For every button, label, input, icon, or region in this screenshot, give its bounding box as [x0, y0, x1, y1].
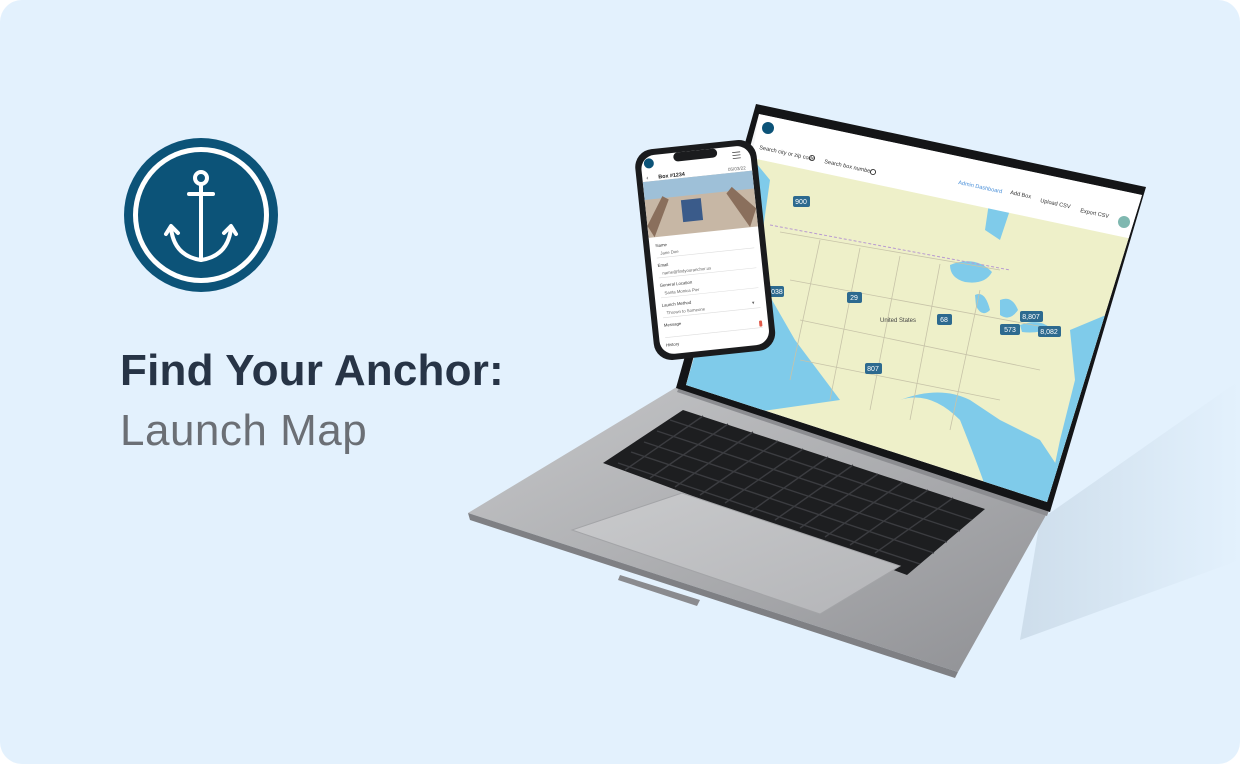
svg-text:900: 900 — [795, 199, 807, 206]
device-mockup: 900 1,038 29 68 8,807 573 8,082 807 Unit… — [468, 104, 1240, 678]
phone-mockup: Box #1234 05/03/22 ‹ Name Jane Doe Email… — [635, 139, 776, 361]
app-logo-icon — [762, 122, 774, 134]
avatar[interactable] — [1118, 216, 1130, 228]
hero-card: Find Your Anchor: Launch Map 900 1,038 2… — [0, 0, 1240, 764]
svg-text:8,082: 8,082 — [1040, 329, 1058, 336]
svg-text:573: 573 — [1004, 327, 1016, 334]
svg-text:8,807: 8,807 — [1022, 314, 1040, 321]
status-indicator — [759, 320, 763, 327]
svg-text:68: 68 — [940, 317, 948, 324]
svg-text:807: 807 — [867, 366, 879, 373]
map-country-label: United States — [880, 318, 916, 324]
svg-text:29: 29 — [850, 295, 858, 302]
